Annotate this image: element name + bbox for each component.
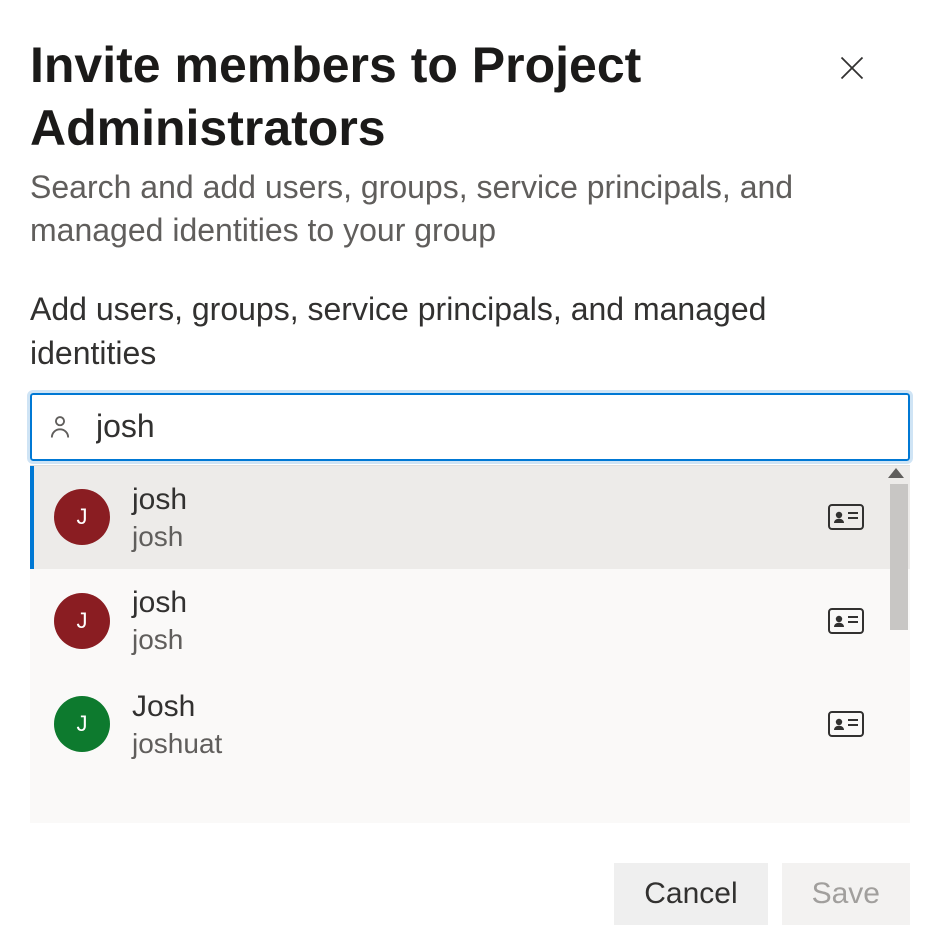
close-icon (838, 54, 866, 82)
panel-footer: Cancel Save (614, 863, 910, 925)
avatar: J (54, 696, 110, 752)
contact-card-icon (828, 710, 864, 738)
panel-title: Invite members to Project Administrators (30, 34, 790, 160)
avatar: J (54, 593, 110, 649)
person-icon (46, 413, 74, 441)
search-results-dropdown: J josh josh J josh (30, 465, 910, 823)
result-sub-name: joshuat (132, 726, 828, 762)
contact-card-icon (828, 503, 864, 531)
search-input[interactable] (94, 407, 894, 446)
close-button[interactable] (832, 48, 872, 88)
search-result[interactable]: J Josh joshuat (30, 673, 910, 776)
avatar-initial: J (77, 711, 88, 737)
cancel-button[interactable]: Cancel (614, 863, 767, 925)
avatar-initial: J (77, 504, 88, 530)
scroll-thumb[interactable] (890, 484, 908, 630)
result-sub-name: josh (132, 519, 828, 555)
result-sub-name: josh (132, 622, 828, 658)
dropdown-scrollbar[interactable] (882, 466, 910, 823)
search-box[interactable] (30, 393, 910, 461)
search-result[interactable]: J josh josh (30, 466, 910, 569)
search-result[interactable]: J josh josh (30, 569, 910, 672)
panel-subtitle: Search and add users, groups, service pr… (30, 166, 850, 252)
search-field-label: Add users, groups, service principals, a… (30, 288, 850, 374)
invite-members-panel: Invite members to Project Administrators… (0, 0, 940, 949)
contact-card-icon (828, 607, 864, 635)
avatar: J (54, 489, 110, 545)
result-display-name: josh (132, 583, 828, 622)
scroll-up-icon (886, 465, 906, 478)
avatar-initial: J (77, 608, 88, 634)
save-button[interactable]: Save (782, 863, 910, 925)
result-display-name: josh (132, 480, 828, 519)
result-display-name: Josh (132, 687, 828, 726)
